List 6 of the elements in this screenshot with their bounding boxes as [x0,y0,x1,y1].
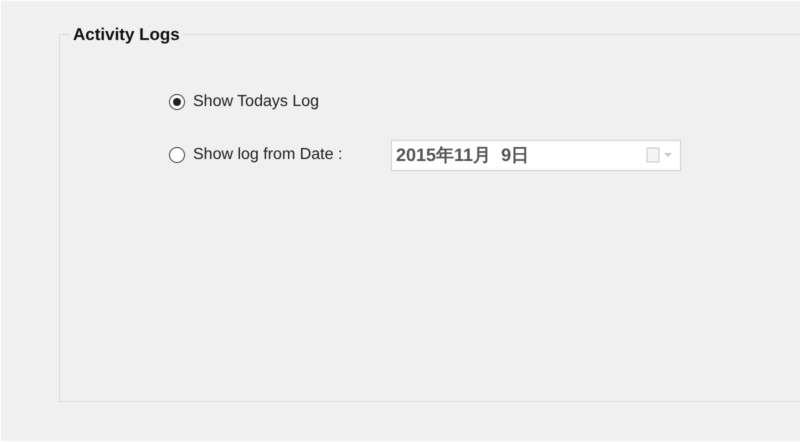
radio-option[interactable]: Show Todays Log [169,93,391,111]
radio-icon[interactable] [169,147,185,163]
calendar-dropdown-icon [646,147,674,163]
radio-option[interactable]: Show log from Date : [169,146,391,164]
radio-icon[interactable] [169,94,185,110]
group-title: Activity Logs [70,25,183,45]
